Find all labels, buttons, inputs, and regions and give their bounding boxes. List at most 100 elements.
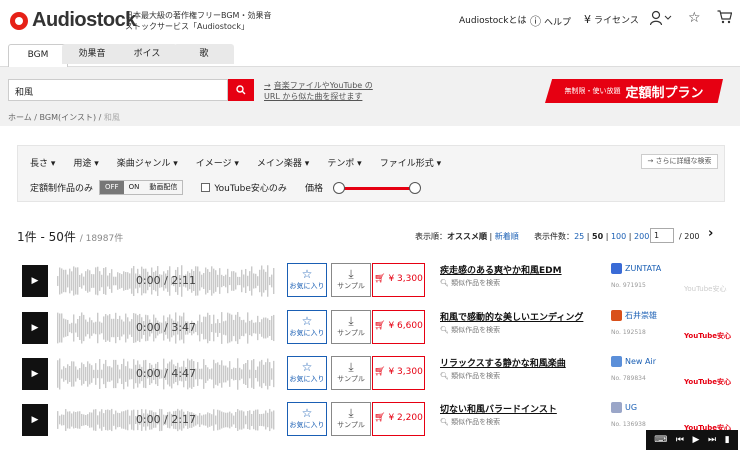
- tab-voice[interactable]: ボイス: [117, 44, 177, 64]
- keyboard-icon[interactable]: ⌨: [654, 435, 667, 445]
- next-page-icon[interactable]: ›: [708, 226, 713, 241]
- track-title[interactable]: 和風で感動的な美しいエンディング: [440, 310, 583, 323]
- play-icon: ▶: [31, 323, 39, 333]
- price-slider-min-handle[interactable]: [332, 181, 345, 194]
- filter-instrument[interactable]: メイン楽器 ▾: [257, 156, 309, 169]
- favorite-button[interactable]: ☆ お気に入り: [287, 310, 327, 344]
- search-input[interactable]: 和風: [8, 79, 228, 101]
- per-page-200[interactable]: 200: [634, 232, 649, 241]
- play-button[interactable]: ▶: [22, 404, 48, 436]
- similar-by-url-link[interactable]: → 音楽ファイルやYouTube の URL から似た曲を探せます: [264, 80, 384, 102]
- star-icon: ☆: [301, 406, 313, 420]
- filter-tempo[interactable]: テンポ ▾: [327, 156, 361, 169]
- favorite-label: お気に入り: [289, 421, 325, 429]
- nav-license[interactable]: ¥ ライセンス: [584, 13, 639, 26]
- result-range: 1件 - 50件: [17, 230, 76, 244]
- download-icon: ⤓: [348, 406, 354, 420]
- volume-icon[interactable]: ▮: [725, 435, 730, 445]
- artist-avatar-icon: [611, 402, 622, 413]
- filter-image[interactable]: イメージ ▾: [196, 156, 239, 169]
- artist-link[interactable]: ZUNTATA: [611, 263, 661, 274]
- yt-link-line1: 音楽ファイルやYouTube の: [273, 81, 373, 90]
- track-title[interactable]: 疾走感のある爽やか和風EDM: [440, 263, 562, 276]
- track-number: No. 136938: [611, 421, 646, 428]
- advanced-search-button[interactable]: → さらに詳細な検索: [641, 154, 718, 169]
- tab-bgm[interactable]: BGM: [8, 44, 68, 67]
- result-total: / 18987件: [79, 234, 124, 244]
- price-slider[interactable]: [332, 181, 421, 194]
- sample-label: サンプル: [337, 375, 365, 383]
- search-icon: 🔍︎: [440, 372, 449, 380]
- play-button[interactable]: ▶: [22, 312, 48, 344]
- buy-button[interactable]: 🛒︎ ¥ 2,200: [372, 402, 425, 436]
- filter-usage[interactable]: 用途 ▾: [73, 156, 98, 169]
- search-button[interactable]: [228, 79, 254, 101]
- favorite-button[interactable]: ☆ お気に入り: [287, 402, 327, 436]
- sample-label: サンプル: [337, 329, 365, 337]
- buy-button[interactable]: 🛒︎ ¥ 3,300: [372, 356, 425, 390]
- search-icon: [236, 85, 246, 95]
- filter-genre[interactable]: 楽曲ジャンル ▾: [117, 156, 178, 169]
- artist-link[interactable]: New Air: [611, 356, 656, 367]
- track-price: ¥ 6,600: [388, 321, 423, 331]
- play-button[interactable]: ▶: [22, 358, 48, 390]
- favorite-button[interactable]: ☆ お気に入り: [287, 356, 327, 390]
- sample-download-button[interactable]: ⤓ サンプル: [331, 356, 371, 390]
- similar-search-link[interactable]: 🔍︎ 類似作品を検索: [440, 371, 500, 381]
- nav-help[interactable]: ⓘ ヘルプ: [530, 13, 571, 29]
- filter-file-format[interactable]: ファイル形式 ▾: [380, 156, 441, 169]
- star-icon[interactable]: ☆: [688, 10, 701, 26]
- similar-search-link[interactable]: 🔍︎ 類似作品を検索: [440, 278, 500, 288]
- per-page-label: 表示件数：: [534, 232, 575, 241]
- logo[interactable]: Audiostock: [10, 9, 136, 32]
- play-button[interactable]: ▶: [22, 265, 48, 297]
- user-icon[interactable]: [649, 10, 672, 30]
- per-page-25[interactable]: 25: [574, 232, 584, 241]
- play-icon: ▶: [31, 415, 39, 425]
- sample-download-button[interactable]: ⤓ サンプル: [331, 263, 371, 297]
- filter-panel: 長さ ▾ 用途 ▾ 楽曲ジャンル ▾ イメージ ▾ メイン楽器 ▾ テンポ ▾ …: [17, 145, 725, 202]
- sample-download-button[interactable]: ⤓ サンプル: [331, 402, 371, 436]
- cart-icon[interactable]: [717, 10, 733, 28]
- toggle-off[interactable]: OFF: [100, 181, 124, 194]
- track-number: No. 192518: [611, 329, 646, 336]
- per-page-50[interactable]: 50: [592, 232, 603, 241]
- page-number-input[interactable]: 1: [650, 228, 674, 243]
- track-price: ¥ 3,300: [388, 274, 423, 284]
- toggle-on[interactable]: ON: [124, 181, 145, 194]
- similar-search-link[interactable]: 🔍︎ 類似作品を検索: [440, 325, 500, 335]
- subscription-toggle[interactable]: OFF ON 動画配信: [99, 180, 184, 195]
- tab-sound-effects[interactable]: 効果音: [62, 44, 122, 64]
- sample-download-button[interactable]: ⤓ サンプル: [331, 310, 371, 344]
- sort-recommended[interactable]: オススメ順: [447, 232, 487, 241]
- track-title[interactable]: 切ない和風バラードインスト: [440, 402, 557, 415]
- price-slider-max-handle[interactable]: [408, 181, 421, 194]
- toggle-stream[interactable]: 動画配信: [144, 181, 182, 194]
- buy-button[interactable]: 🛒︎ ¥ 3,300: [372, 263, 425, 297]
- artist-link[interactable]: 石井崇雄: [611, 310, 657, 321]
- favorite-button[interactable]: ☆ お気に入り: [287, 263, 327, 297]
- artist-name: 石井崇雄: [625, 311, 657, 320]
- play-icon[interactable]: ▶: [693, 435, 700, 445]
- price-slider-track: [336, 186, 417, 190]
- sort-label: 表示順：: [415, 232, 447, 241]
- tab-song[interactable]: 歌: [174, 44, 234, 64]
- nav-about[interactable]: Audiostockとは: [459, 13, 526, 26]
- star-icon: ☆: [301, 267, 313, 281]
- per-page-100[interactable]: 100: [611, 232, 626, 241]
- nav-license-label: ライセンス: [594, 16, 639, 26]
- track-title[interactable]: リラックスする静かな和風楽曲: [440, 356, 566, 369]
- subscription-plan-banner[interactable]: 無制限・使い放題 定額制プラン: [545, 79, 723, 103]
- skip-previous-icon[interactable]: ⏮: [676, 435, 684, 445]
- buy-button[interactable]: 🛒︎ ¥ 6,600: [372, 310, 425, 344]
- artist-link[interactable]: UG: [611, 402, 637, 413]
- sort-newest[interactable]: 新着順: [495, 232, 519, 241]
- filter-length[interactable]: 長さ ▾: [30, 156, 55, 169]
- skip-next-icon[interactable]: ⏭: [708, 435, 716, 445]
- similar-search-link[interactable]: 🔍︎ 類似作品を検索: [440, 417, 500, 427]
- breadcrumb-home[interactable]: ホーム: [8, 113, 32, 122]
- track-number: No. 971915: [611, 282, 646, 289]
- arrow-right-icon: →: [264, 81, 271, 90]
- youtube-safe-checkbox[interactable]: [201, 183, 211, 192]
- breadcrumb-bgm[interactable]: BGM(インスト): [40, 113, 97, 122]
